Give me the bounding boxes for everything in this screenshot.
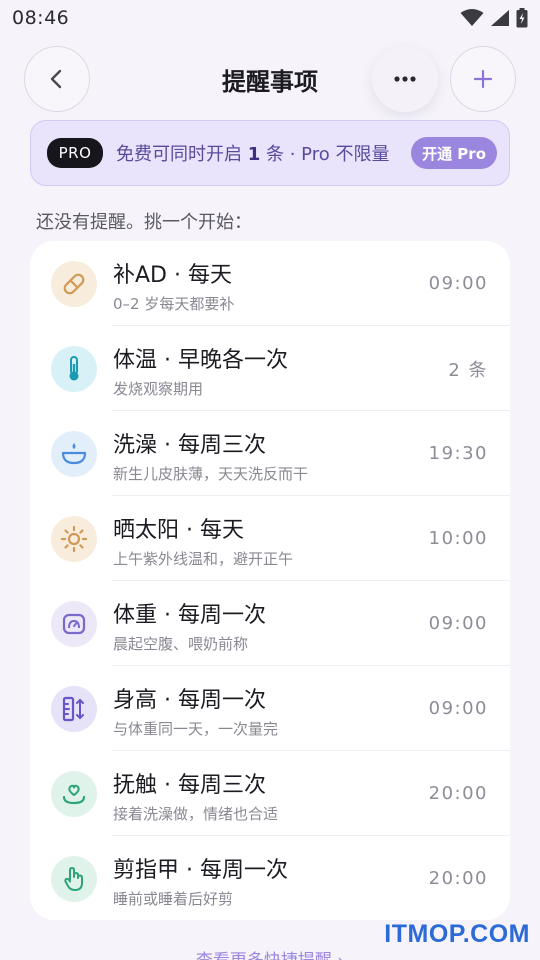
status-icons: [460, 8, 528, 28]
pill-icon: [51, 261, 97, 307]
reminder-subtitle: 与体重同一天，一次量完: [113, 720, 279, 738]
reminder-title: 洗澡 · 每周三次: [113, 433, 266, 458]
reminder-subtitle: 接着洗澡做，情绪也合适: [113, 805, 279, 823]
reminder-subtitle: 发烧观察期用: [113, 380, 204, 398]
thermometer-icon: [51, 346, 97, 392]
plus-icon: [473, 69, 493, 89]
reminder-title: 剪指甲 · 每周一次: [113, 858, 288, 883]
reminder-subtitle: 0–2 岁每天都要补: [113, 295, 235, 313]
reminder-title: 补AD · 每天: [113, 263, 232, 288]
reminder-time: 20:00: [428, 868, 488, 889]
reminder-title: 身高 · 每周一次: [113, 688, 266, 713]
reminder-time: 09:00: [428, 698, 488, 719]
reminder-title: 体温 · 早晚各一次: [113, 348, 288, 373]
add-reminder-button[interactable]: [450, 46, 516, 112]
list-item[interactable]: 抚触 · 每周三次 接着洗澡做，情绪也合适 20:00: [30, 751, 510, 836]
status-time: 08:46: [12, 7, 70, 29]
reminder-title: 体重 · 每周一次: [113, 603, 266, 628]
reminder-list: 补AD · 每天 0–2 岁每天都要补 09:00 体温 · 早晚各一次 发烧观…: [30, 241, 510, 920]
list-item[interactable]: 身高 · 每周一次 与体重同一天，一次量完 09:00: [30, 666, 510, 751]
reminder-count: 2 条: [448, 359, 488, 381]
list-item[interactable]: 体温 · 早晚各一次 发烧观察期用 2 条: [30, 326, 510, 411]
hand-icon: [51, 856, 97, 902]
reminder-title: 抚触 · 每周三次: [113, 773, 266, 798]
reminder-subtitle: 睡前或睡着后好剪: [113, 890, 234, 908]
pro-text-before: 免费可同时开启: [116, 144, 242, 165]
reminder-time: 09:00: [428, 613, 488, 634]
status-bar: 08:46: [0, 0, 540, 36]
signal-icon: [491, 10, 509, 26]
more-options-button[interactable]: [372, 46, 438, 112]
pro-banner-text: 免费可同时开启 1 条 · Pro 不限量: [116, 140, 411, 166]
reminder-subtitle: 上午紫外线温和，避开正午: [113, 550, 294, 568]
list-item[interactable]: 补AD · 每天 0–2 岁每天都要补 09:00: [30, 241, 510, 326]
site-watermark: ITMOP.COM: [384, 920, 530, 948]
reminder-time: 09:00: [428, 273, 488, 294]
list-item[interactable]: 体重 · 每周一次 晨起空腹、喂奶前称 09:00: [30, 581, 510, 666]
list-item[interactable]: 洗澡 · 每周三次 新生儿皮肤薄，天天洗反而干 19:30: [30, 411, 510, 496]
list-item[interactable]: 剪指甲 · 每周一次 睡前或睡着后好剪 20:00: [30, 836, 510, 920]
reminder-title: 晒太阳 · 每天: [113, 518, 244, 543]
sun-icon: [51, 516, 97, 562]
pro-text-after: 条 · Pro 不限量: [266, 144, 390, 165]
battery-icon: [516, 8, 528, 28]
pro-banner[interactable]: PRO 免费可同时开启 1 条 · Pro 不限量 开通 Pro: [30, 120, 510, 186]
list-item[interactable]: 晒太阳 · 每天 上午紫外线温和，避开正午 10:00: [30, 496, 510, 581]
reminder-subtitle: 晨起空腹、喂奶前称: [113, 635, 249, 653]
upgrade-pro-button[interactable]: 开通 Pro: [411, 137, 497, 169]
wifi-icon: [460, 9, 484, 26]
bathtub-icon: [51, 431, 97, 477]
reminder-subtitle: 新生儿皮肤薄，天天洗反而干: [113, 465, 309, 483]
ruler-icon: [51, 686, 97, 732]
pro-badge: PRO: [47, 138, 103, 168]
heart-hand-icon: [51, 771, 97, 817]
scale-icon: [51, 601, 97, 647]
header: 提醒事项: [0, 44, 540, 114]
more-dots-icon: [394, 76, 416, 82]
reminder-time: 10:00: [428, 528, 488, 549]
pro-free-count: 1: [247, 144, 261, 165]
reminder-time: 20:00: [428, 783, 488, 804]
empty-hint: 还没有提醒。挑一个开始：: [36, 212, 252, 233]
reminder-time: 19:30: [428, 443, 488, 464]
